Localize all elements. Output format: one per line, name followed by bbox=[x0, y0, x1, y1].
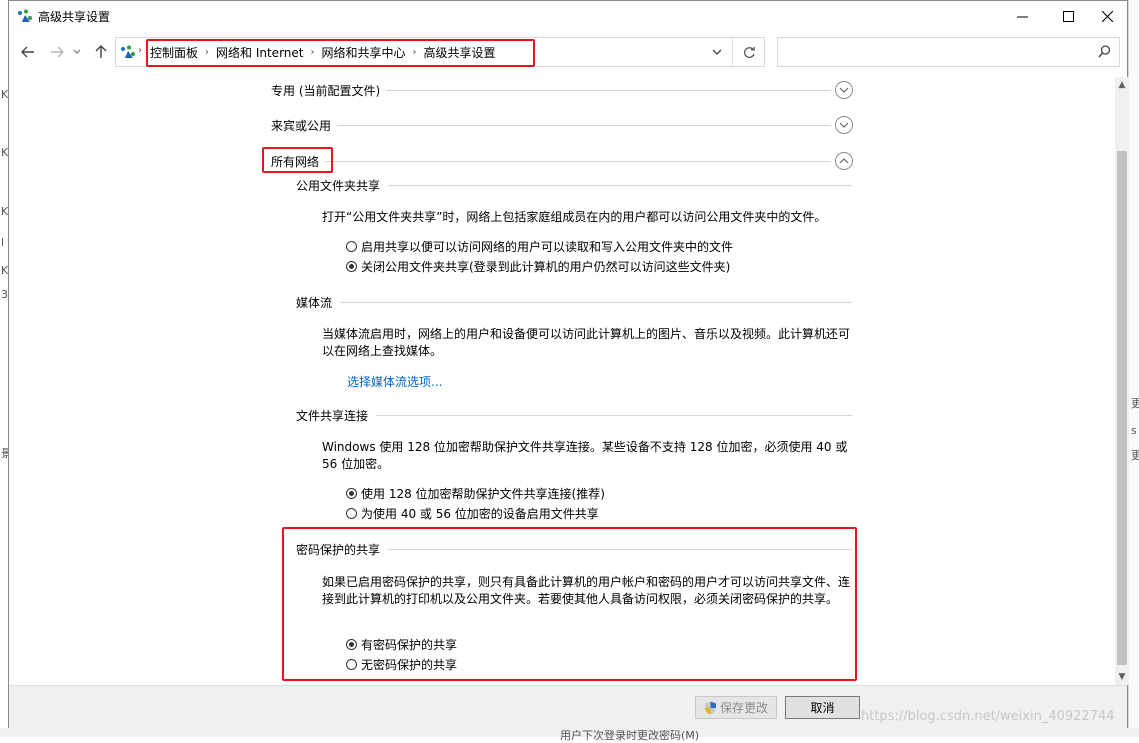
address-bar[interactable]: › 控制面板 › 网络和 Internet › 网络和共享中心 › 高级共享设置 bbox=[115, 37, 765, 67]
back-button[interactable] bbox=[18, 42, 38, 62]
title-bar: 高级共享设置 bbox=[9, 1, 1127, 31]
up-button[interactable] bbox=[91, 42, 111, 62]
media-heading-label: 媒体流 bbox=[296, 295, 333, 310]
background-window-right bbox=[1128, 0, 1139, 737]
arrow-right-icon bbox=[51, 46, 64, 58]
file-sharing-heading-label: 文件共享连接 bbox=[296, 408, 369, 423]
collapse-all-button[interactable] bbox=[835, 152, 853, 170]
section-all-networks[interactable]: 所有网络 bbox=[271, 151, 853, 171]
radio-button[interactable] bbox=[346, 240, 357, 252]
expand-guest-button[interactable] bbox=[835, 116, 853, 134]
divider bbox=[386, 89, 831, 91]
section-guest[interactable]: 来宾或公用 bbox=[271, 115, 853, 135]
cancel-label: 取消 bbox=[810, 701, 835, 715]
chevron-up-icon bbox=[839, 158, 849, 164]
search-icon bbox=[1098, 45, 1111, 58]
maximize-icon bbox=[1062, 10, 1074, 22]
chevron-down-icon bbox=[839, 87, 849, 93]
advanced-sharing-window: 高级共享设置 › 控制面板 › 网络和 Internet › 网络和共享中心 ›… bbox=[8, 0, 1129, 730]
file-sharing-description: Windows 使用 128 位加密帮助保护文件共享连接。某些设备不支持 128… bbox=[322, 440, 848, 471]
radio-label: 使用 128 位加密帮助保护文件共享连接(推荐) bbox=[361, 486, 605, 501]
media-description: 当媒体流启用时，网络上的用户和设备便可以访问此计算机上的图片、音乐以及视频。此计… bbox=[322, 327, 851, 358]
public-folder-heading: 公用文件夹共享 bbox=[296, 176, 852, 194]
save-changes-label: 保存更改 bbox=[719, 701, 768, 715]
minimize-button[interactable] bbox=[999, 1, 1045, 31]
media-heading: 媒体流 bbox=[296, 293, 852, 311]
radio-public-disable[interactable]: 关闭公用文件夹共享(登录到此计算机的用户仍然可以访问这些文件夹) bbox=[346, 257, 730, 275]
public-folder-heading-label: 公用文件夹共享 bbox=[296, 178, 381, 193]
chevron-right-icon: › bbox=[138, 45, 142, 56]
radio-128bit[interactable]: 使用 128 位加密帮助保护文件共享连接(推荐) bbox=[346, 484, 605, 502]
radio-40-56bit[interactable]: 为使用 40 或 56 位加密的设备启用文件共享 bbox=[346, 504, 599, 522]
settings-content: 专用 (当前配置文件) 来宾或公用 所有网络 公用文件夹共享 打开“公用文件夹共… bbox=[9, 69, 1113, 685]
radio-button[interactable] bbox=[346, 260, 357, 272]
section-private-label: 专用 (当前配置文件) bbox=[271, 83, 381, 98]
navigation-bar: › 控制面板 › 网络和 Internet › 网络和共享中心 › 高级共享设置 bbox=[9, 35, 1127, 69]
scrollbar-thumb[interactable] bbox=[1117, 151, 1127, 665]
minimize-icon bbox=[1016, 16, 1028, 17]
recent-locations-button[interactable] bbox=[71, 42, 83, 62]
public-folder-description: 打开“公用文件夹共享”时，网络上包括家庭组成员在内的用户都可以访问公用文件夹中的… bbox=[322, 210, 827, 224]
close-icon bbox=[1101, 10, 1113, 22]
chevron-down-icon bbox=[73, 49, 81, 54]
window-title: 高级共享设置 bbox=[38, 10, 111, 24]
radio-public-enable[interactable]: 启用共享以便可以访问网络的用户可以读取和写入公用文件夹中的文件 bbox=[346, 237, 733, 255]
highlight-box-password-sharing bbox=[282, 527, 857, 681]
divider bbox=[388, 184, 852, 186]
arrow-up-icon bbox=[95, 45, 107, 58]
bg-char: l bbox=[1, 236, 5, 249]
divider bbox=[325, 160, 831, 162]
radio-button[interactable] bbox=[346, 487, 357, 499]
scroll-up-icon[interactable]: ▲ bbox=[1115, 77, 1129, 93]
media-options-link[interactable]: 选择媒体流选项... bbox=[347, 373, 442, 390]
bg-char: s bbox=[1131, 424, 1137, 437]
save-changes-button[interactable]: 保存更改 bbox=[695, 696, 777, 719]
bg-char: 更 bbox=[1131, 449, 1139, 462]
chevron-down-icon bbox=[712, 49, 722, 55]
radio-label: 为使用 40 或 56 位加密的设备启用文件共享 bbox=[361, 506, 599, 521]
divider bbox=[337, 124, 831, 126]
refresh-button[interactable] bbox=[732, 38, 765, 66]
watermark-text: https://blog.csdn.net/weixin_40922744 bbox=[861, 709, 1115, 724]
bg-char: 更 bbox=[1131, 397, 1139, 410]
highlight-box-breadcrumb bbox=[146, 39, 535, 67]
file-sharing-heading: 文件共享连接 bbox=[296, 406, 852, 424]
radio-label: 关闭公用文件夹共享(登录到此计算机的用户仍然可以访问这些文件夹) bbox=[361, 259, 731, 274]
search-input[interactable] bbox=[777, 37, 1120, 67]
arrow-left-icon bbox=[21, 46, 34, 58]
shield-icon bbox=[704, 701, 716, 714]
chevron-down-icon bbox=[839, 122, 849, 128]
divider bbox=[340, 301, 852, 303]
network-icon bbox=[18, 9, 32, 22]
divider bbox=[376, 414, 852, 416]
section-guest-label: 来宾或公用 bbox=[271, 118, 332, 133]
forward-button[interactable] bbox=[47, 42, 67, 62]
scroll-down-icon[interactable]: ▼ bbox=[1115, 669, 1129, 685]
cancel-button[interactable]: 取消 bbox=[785, 696, 860, 719]
section-private[interactable]: 专用 (当前配置文件) bbox=[271, 80, 853, 100]
vertical-scrollbar[interactable]: ▲ ▼ bbox=[1115, 77, 1129, 685]
expand-private-button[interactable] bbox=[835, 81, 853, 99]
highlight-box-all-networks bbox=[262, 147, 333, 173]
refresh-icon bbox=[743, 46, 755, 58]
bg-char: 3 bbox=[1, 288, 8, 301]
close-button[interactable] bbox=[1084, 1, 1130, 31]
network-icon bbox=[121, 45, 135, 58]
radio-button[interactable] bbox=[346, 507, 357, 519]
address-dropdown-button[interactable] bbox=[709, 44, 725, 60]
radio-label: 启用共享以便可以访问网络的用户可以读取和写入公用文件夹中的文件 bbox=[361, 239, 734, 254]
